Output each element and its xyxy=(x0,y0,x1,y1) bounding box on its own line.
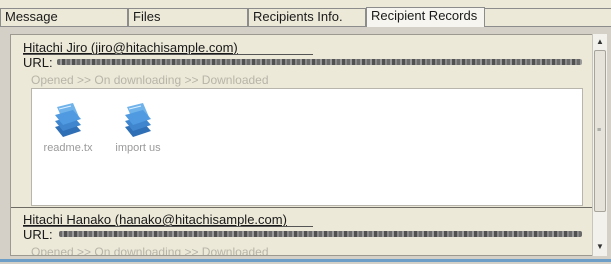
redacted-url[interactable] xyxy=(59,231,582,237)
file-name: import us xyxy=(115,142,161,154)
tab-files-label: Files xyxy=(133,9,161,24)
tab-message[interactable]: Message xyxy=(0,8,128,26)
document-stack-icon xyxy=(125,103,151,137)
scroll-down-icon[interactable]: ▼ xyxy=(593,240,607,254)
accent-divider xyxy=(0,259,611,262)
file-item[interactable]: readme.tx xyxy=(38,101,98,154)
tab-bar: Message Files Recipients Info. Recipient… xyxy=(0,0,611,27)
download-status: Opened >> On downloading >> Downloaded xyxy=(31,73,269,87)
tab-message-label: Message xyxy=(5,9,58,24)
vertical-scrollbar[interactable]: ▲ ≡ ▼ xyxy=(592,34,607,256)
tab-files[interactable]: Files xyxy=(128,8,248,26)
recipient-url-row: URL: xyxy=(23,55,583,69)
recipient-name: Hitachi Jiro (jiro@hitachisample.com) xyxy=(23,40,238,55)
document-stack-icon xyxy=(55,103,81,137)
tab-bar-filler xyxy=(485,8,611,26)
url-label: URL: xyxy=(23,227,53,241)
tab-recipients-info[interactable]: Recipients Info. xyxy=(248,8,366,26)
file-item[interactable]: import us xyxy=(108,101,168,154)
recipient-name: Hitachi Hanako (hanako@hitachisample.com… xyxy=(23,212,287,227)
recipient-url-row: URL: xyxy=(23,227,583,241)
redacted-url[interactable] xyxy=(57,59,582,65)
file-name: readme.tx xyxy=(43,142,93,154)
grip-icon: ≡ xyxy=(597,127,602,134)
tab-recipient-records[interactable]: Recipient Records xyxy=(366,7,485,27)
tab-recipient-records-label: Recipient Records xyxy=(371,8,478,23)
tab-recipients-info-label: Recipients Info. xyxy=(253,9,343,24)
recipient-record: Hitachi Hanako (hanako@hitachisample.com… xyxy=(11,207,594,256)
download-status: Opened >> On downloading >> Downloaded xyxy=(31,245,269,256)
recipient-record: Hitachi Jiro (jiro@hitachisample.com) UR… xyxy=(11,35,594,207)
url-label: URL: xyxy=(23,55,53,69)
file-list: readme.tx import us xyxy=(31,88,583,206)
recipient-records-panel: Hitachi Jiro (jiro@hitachisample.com) UR… xyxy=(10,34,595,256)
scroll-up-icon[interactable]: ▲ xyxy=(593,35,607,49)
scroll-thumb[interactable]: ≡ xyxy=(594,50,606,212)
